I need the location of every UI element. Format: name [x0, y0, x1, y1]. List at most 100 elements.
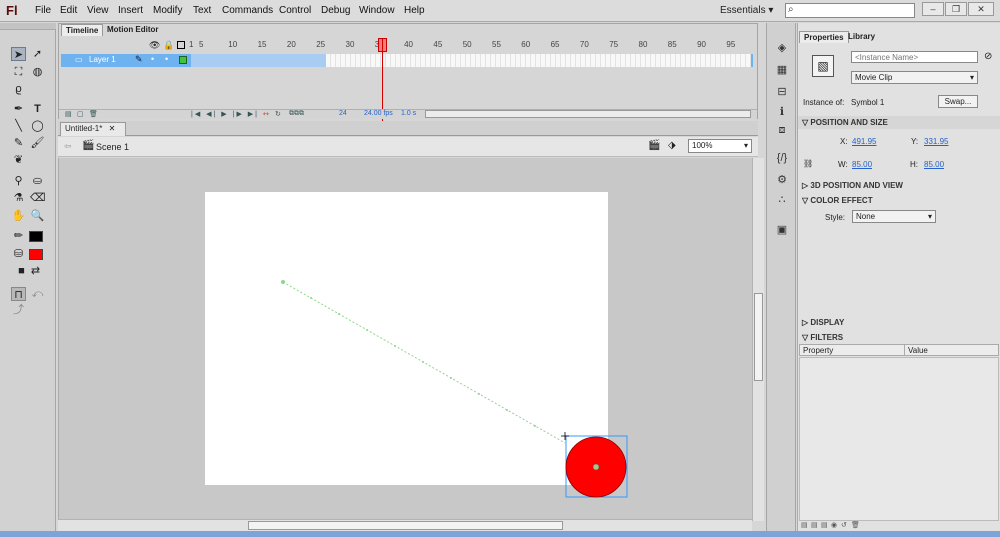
h-field[interactable]: 85.00 [924, 160, 944, 169]
components-icon[interactable]: ⚙ [775, 173, 789, 187]
bone-tool-icon[interactable]: ⚲ [11, 174, 26, 188]
delete-filter-icon[interactable]: 🗑 [851, 521, 860, 529]
playback-controls[interactable]: |◀ ◀| ▶ |▶ ▶| [191, 110, 259, 118]
ruler-frame-90[interactable]: 90 [697, 40, 706, 49]
transformation-point[interactable] [592, 463, 600, 471]
default-colors-icon[interactable]: ■ [14, 264, 29, 278]
timeline-hscroll[interactable] [425, 110, 751, 118]
ruler-frame-40[interactable]: 40 [404, 40, 413, 49]
info-panel-icon[interactable]: ℹ [775, 105, 789, 119]
hand-tool-icon[interactable]: ✋ [11, 209, 26, 223]
pencil-tool-icon[interactable]: ✎ [11, 136, 26, 150]
zoom-select[interactable]: 100% ▾ [688, 139, 752, 153]
motion-presets-icon[interactable]: ∴ [775, 193, 789, 207]
scroll-thumb[interactable] [754, 293, 763, 381]
line-tool-icon[interactable]: ╲ [11, 119, 26, 133]
menu-window[interactable]: Window [359, 5, 395, 16]
motion-path[interactable] [282, 281, 566, 444]
add-filter-icon[interactable]: ▤ [801, 521, 808, 529]
swatches-panel-icon[interactable]: ▦ [775, 63, 789, 77]
text-tool-icon[interactable]: T [30, 102, 45, 116]
layer-name[interactable]: Layer 1 [89, 55, 116, 64]
instance-name-input[interactable] [851, 51, 978, 63]
minimize-button[interactable]: – [922, 2, 944, 16]
visible-dot-icon[interactable]: • [151, 54, 154, 64]
delete-layer-icon[interactable]: 🗑 [89, 110, 98, 118]
swap-button[interactable]: Swap... [938, 95, 978, 108]
reset-filter-icon[interactable]: ↺ [841, 521, 847, 529]
edit-symbols-icon[interactable]: ⬗ [668, 140, 676, 151]
display-header[interactable]: ▷ DISPLAY [798, 316, 1000, 329]
ruler-frame-70[interactable]: 70 [580, 40, 589, 49]
ruler-frame-10[interactable]: 10 [228, 40, 237, 49]
outline-icon[interactable] [177, 41, 185, 49]
ruler-frame-1[interactable]: 1 [189, 40, 193, 49]
ruler-frame-55[interactable]: 55 [492, 40, 501, 49]
menu-commands[interactable]: Commands [222, 5, 273, 16]
style-select[interactable]: None ▾ [852, 210, 936, 223]
ruler-frame-15[interactable]: 15 [258, 40, 267, 49]
ruler-frame-85[interactable]: 85 [668, 40, 677, 49]
loop-icon[interactable]: ↻ [275, 110, 281, 118]
filters-list[interactable] [799, 357, 999, 521]
frame-ruler[interactable]: 15101520253035404550556065707580859095 [189, 38, 753, 52]
deco-tool-icon[interactable]: ❦ [11, 153, 26, 167]
onion-skin-icon[interactable]: ⧉⧉⧉ [289, 110, 304, 118]
smooth-icon[interactable]: ⤺ [30, 287, 45, 301]
stage-vscroll[interactable] [752, 158, 764, 521]
eraser-tool-icon[interactable]: ⌫ [30, 191, 46, 205]
scene-label[interactable]: Scene 1 [96, 142, 129, 152]
workspace-switcher[interactable]: Essentials ▾ [720, 5, 773, 16]
color-effect-header[interactable]: ▽ COLOR EFFECT [798, 194, 1000, 207]
stage-hscroll[interactable] [58, 519, 752, 531]
current-frame[interactable]: 24 [339, 110, 347, 117]
pasteboard[interactable] [58, 158, 752, 519]
panel-grip[interactable] [0, 23, 56, 30]
oval-tool-icon[interactable]: ◯ [30, 119, 45, 133]
3d-position-header[interactable]: ▷ 3D POSITION AND VIEW [798, 179, 1000, 192]
lock-ratio-icon[interactable]: ⛓ [803, 159, 813, 168]
tab-library[interactable]: Library [844, 31, 879, 43]
tab-motion-editor[interactable]: Motion Editor [103, 24, 163, 36]
ruler-frame-30[interactable]: 30 [346, 40, 355, 49]
frame-rate[interactable]: 24.00 fps [364, 110, 393, 117]
back-arrow-icon[interactable]: ⇦ [64, 141, 72, 152]
ruler-frame-5[interactable]: 5 [199, 40, 203, 49]
paint-bucket-tool-icon[interactable]: ⛀ [30, 174, 45, 188]
tab-timeline[interactable]: Timeline [61, 24, 104, 36]
restore-button[interactable]: ❐ [945, 2, 967, 16]
align-panel-icon[interactable]: ⊟ [775, 85, 789, 99]
3d-rotation-tool-icon[interactable]: ◍ [30, 65, 45, 79]
ruler-frame-60[interactable]: 60 [521, 40, 530, 49]
ruler-frame-80[interactable]: 80 [639, 40, 648, 49]
playhead-handle[interactable] [378, 38, 387, 52]
tab-properties[interactable]: Properties [799, 31, 849, 43]
close-button[interactable]: ✕ [968, 2, 994, 16]
free-transform-tool-icon[interactable]: ⛶ [11, 65, 26, 79]
menu-view[interactable]: View [87, 5, 109, 16]
ruler-frame-20[interactable]: 20 [287, 40, 296, 49]
ruler-frame-50[interactable]: 50 [463, 40, 472, 49]
zoom-tool-icon[interactable]: 🔍 [30, 209, 45, 223]
symbol-type-select[interactable]: Movie Clip ▾ [851, 71, 978, 84]
pen-tool-icon[interactable]: ✒ [11, 102, 26, 116]
show-hide-icon[interactable]: 👁 [149, 40, 160, 51]
ruler-frame-95[interactable]: 95 [726, 40, 735, 49]
close-tab-icon[interactable]: ✕ [109, 124, 116, 133]
center-frame-icon[interactable]: ⇿ [263, 110, 269, 118]
ruler-frame-75[interactable]: 75 [609, 40, 618, 49]
path-start-point[interactable] [281, 280, 285, 284]
y-field[interactable]: 331.95 [924, 137, 948, 146]
ruler-frame-65[interactable]: 65 [551, 40, 560, 49]
transform-panel-icon[interactable]: ⧈ [775, 123, 789, 137]
menu-text[interactable]: Text [193, 5, 211, 16]
presets-icon[interactable]: ▤ [811, 521, 818, 529]
fill-color-swatch[interactable] [29, 249, 43, 260]
subselection-tool-icon[interactable]: ➚ [30, 47, 45, 61]
x-field[interactable]: 491.95 [852, 137, 876, 146]
help-icon[interactable]: ⊘ [984, 51, 992, 62]
menu-control[interactable]: Control [279, 5, 311, 16]
snap-to-objects-icon[interactable]: ⊓ [11, 287, 26, 301]
clipboard-icon[interactable]: ▤ [821, 521, 828, 529]
brush-tool-icon[interactable]: 🖌 [30, 136, 45, 150]
